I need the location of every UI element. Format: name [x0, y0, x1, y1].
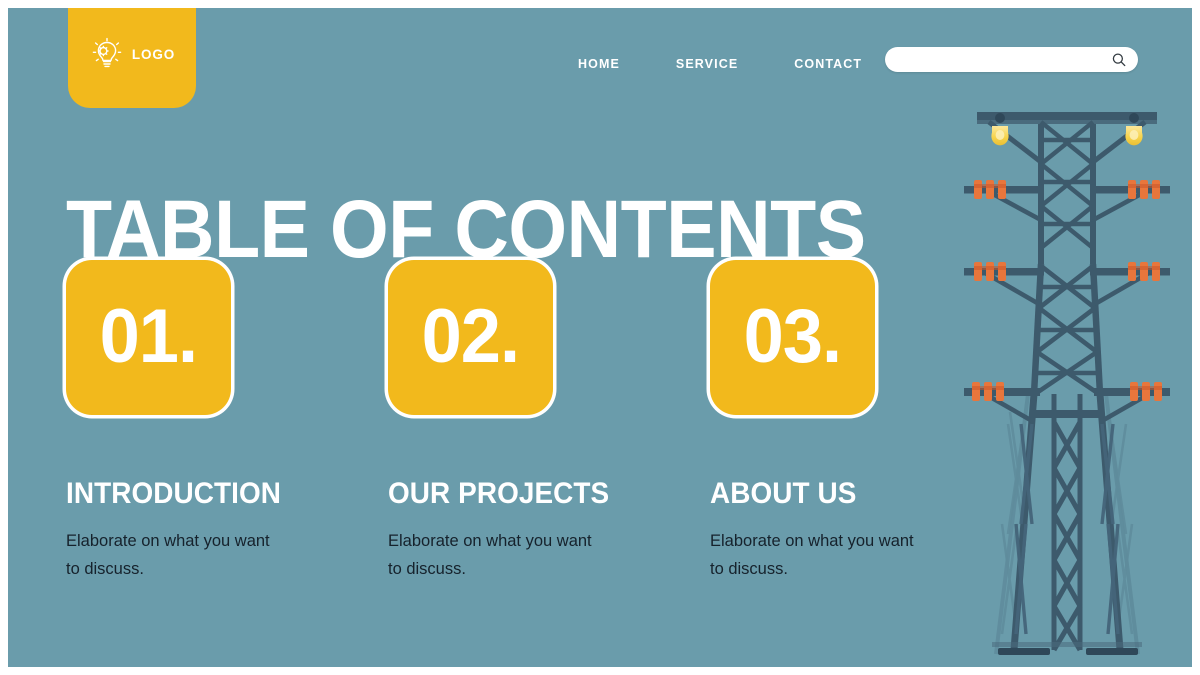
nav-item-service[interactable]: SERVICE [676, 53, 738, 75]
toc-heading-about-us: ABOUT US [710, 477, 857, 510]
insulator-group [974, 180, 1006, 199]
logo-badge[interactable]: LOGO [68, 8, 196, 108]
search-box[interactable] [885, 47, 1138, 72]
slide-canvas: LOGO HOME SERVICE CONTACT TABLE OF CONTE… [0, 0, 1200, 675]
toc-heading-introduction: INTRODUCTION [66, 477, 282, 510]
insulator-group [1128, 180, 1160, 199]
toc-body-about-us: Elaborate on what you want to discuss. [710, 532, 914, 579]
search-input[interactable] [899, 48, 1106, 71]
logo-text: LOGO [131, 46, 176, 62]
toc-item-1: 01. INTRODUCTION Elaborate on what you w… [66, 260, 366, 584]
toc-heading-our-projects: OUR PROJECTS [388, 477, 610, 510]
nav-item-home[interactable]: HOME [578, 53, 620, 75]
lightbulb-gear-icon [89, 36, 125, 72]
nav-item-contact[interactable]: CONTACT [794, 53, 862, 75]
number-card-03[interactable]: 03. [710, 260, 875, 415]
insulator-group [1130, 382, 1162, 401]
number-label: 01. [99, 293, 198, 379]
toc-item-3: 03. ABOUT US Elaborate on what you want … [710, 260, 1010, 584]
page-title: TABLE OF CONTENTS [66, 183, 866, 275]
slide: LOGO HOME SERVICE CONTACT TABLE OF CONTE… [8, 8, 1192, 667]
number-card-01[interactable]: 01. [66, 260, 231, 415]
nav-links: HOME SERVICE CONTACT [578, 44, 862, 84]
search-icon[interactable] [1106, 47, 1132, 72]
insulator-group [1128, 262, 1160, 281]
toc-item-2: 02. OUR PROJECTS Elaborate on what you w… [388, 260, 688, 584]
number-label: 03. [743, 293, 842, 379]
toc-body-introduction: Elaborate on what you want to discuss. [66, 532, 270, 579]
number-card-02[interactable]: 02. [388, 260, 553, 415]
toc-body-our-projects: Elaborate on what you want to discuss. [388, 532, 592, 579]
number-label: 02. [421, 293, 520, 379]
